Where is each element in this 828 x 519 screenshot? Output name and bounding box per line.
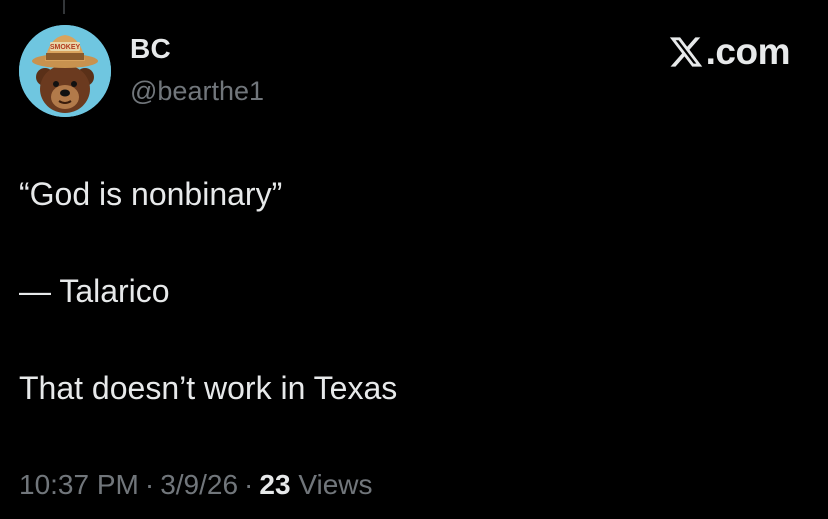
views-label: Views: [298, 469, 373, 500]
views-count[interactable]: 23: [259, 469, 290, 500]
thread-connector-line: [63, 0, 65, 14]
tweet-text-line-1: “God is nonbinary”: [19, 176, 283, 212]
author-handle[interactable]: @bearthe1: [130, 76, 264, 107]
meta-separator: ·: [144, 469, 155, 500]
tweet-text-line-2: — Talarico: [19, 273, 170, 309]
avatar[interactable]: SMOKEY: [19, 25, 111, 117]
tweet-time[interactable]: 10:37 PM: [19, 469, 139, 500]
tweet-meta: 10:37 PM · 3/9/26 · 23 Views: [19, 469, 373, 501]
x-logo-icon: [669, 37, 702, 67]
tweet-date[interactable]: 3/9/26: [160, 469, 238, 500]
smokey-bear-avatar-icon: SMOKEY: [19, 25, 111, 117]
author-display-name[interactable]: BC: [130, 33, 171, 65]
watermark-domain-text: .com: [705, 31, 791, 72]
tweet-text-line-3: That doesn’t work in Texas: [19, 370, 398, 406]
meta-separator: ·: [244, 469, 254, 500]
x-com-watermark: .com: [668, 30, 791, 74]
avatar-hat-text: SMOKEY: [50, 44, 81, 51]
